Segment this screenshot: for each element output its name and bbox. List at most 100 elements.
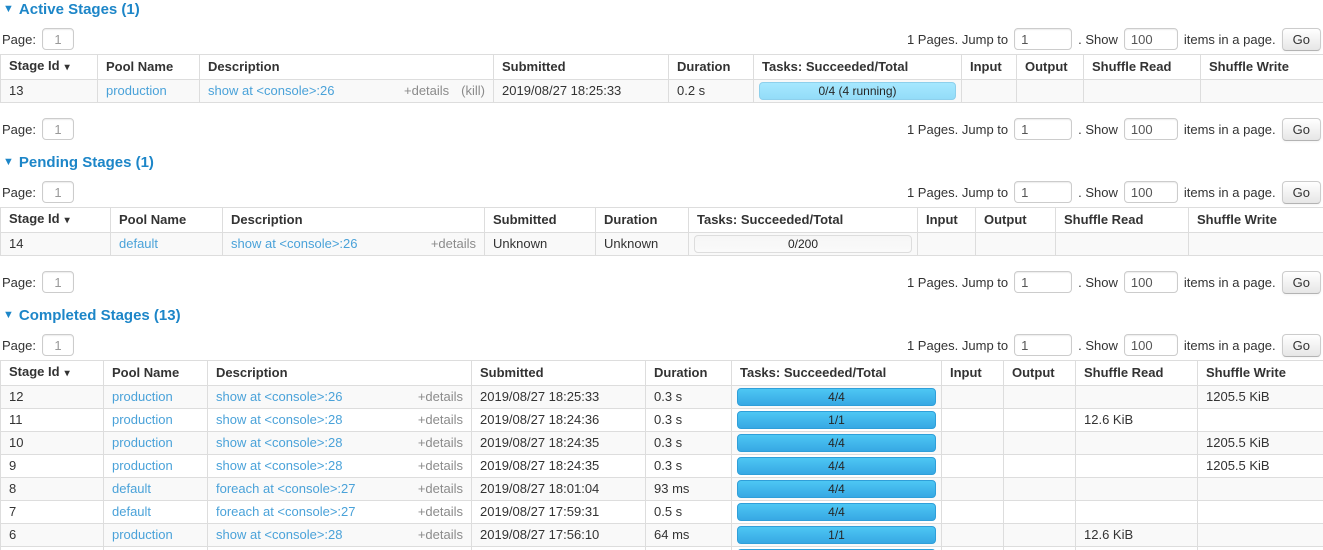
column-header-description[interactable]: Description xyxy=(200,55,494,80)
go-button[interactable]: Go xyxy=(1282,28,1321,51)
items-per-page-input[interactable] xyxy=(1124,28,1178,50)
details-toggle[interactable]: +details xyxy=(404,83,449,99)
items-per-page-input[interactable] xyxy=(1124,181,1178,203)
column-header-submitted[interactable]: Submitted xyxy=(485,208,596,233)
column-header-input[interactable]: Input xyxy=(942,361,1004,386)
description-link[interactable]: show at <console>:28 xyxy=(216,435,342,451)
column-header-duration[interactable]: Duration xyxy=(646,361,732,386)
jump-to-page-input[interactable] xyxy=(1014,118,1072,140)
column-header-shuffle-write[interactable]: Shuffle Write xyxy=(1198,361,1323,386)
go-button[interactable]: Go xyxy=(1282,271,1321,294)
go-button[interactable]: Go xyxy=(1282,334,1321,357)
column-header-stage-id[interactable]: Stage Id▾ xyxy=(1,55,98,80)
page-number-input[interactable] xyxy=(42,334,74,356)
page-number-input[interactable] xyxy=(42,181,74,203)
pool-name-link[interactable]: production xyxy=(112,389,173,404)
pool-name-link[interactable]: default xyxy=(119,236,158,251)
description-link[interactable]: show at <console>:26 xyxy=(208,83,334,99)
items-per-page-input[interactable] xyxy=(1124,271,1178,293)
details-toggle[interactable]: +details xyxy=(418,412,463,428)
pending-stages-heading[interactable]: ▼Pending Stages (1) xyxy=(3,154,1323,171)
column-header-submitted[interactable]: Submitted xyxy=(472,361,646,386)
jump-to-page-input[interactable] xyxy=(1014,181,1072,203)
jump-to-page-input[interactable] xyxy=(1014,28,1072,50)
page-number-input[interactable] xyxy=(42,118,74,140)
shuffle-write-cell xyxy=(1198,524,1323,547)
shuffle-read-cell xyxy=(1076,501,1198,524)
column-header-stage-id[interactable]: Stage Id▾ xyxy=(1,361,104,386)
pool-name-link[interactable]: default xyxy=(112,481,151,496)
description-link[interactable]: foreach at <console>:27 xyxy=(216,504,356,520)
description-link[interactable]: show at <console>:26 xyxy=(216,389,342,405)
items-per-page-input[interactable] xyxy=(1124,118,1178,140)
shuffle-read-cell xyxy=(1076,432,1198,455)
pool-name-link[interactable]: production xyxy=(112,412,173,427)
column-header-shuffle-read[interactable]: Shuffle Read xyxy=(1084,55,1201,80)
stage-row: 10productionshow at <console>:28+details… xyxy=(1,432,1323,455)
column-header-output[interactable]: Output xyxy=(1017,55,1084,80)
tasks-cell: 0/4 (4 running) xyxy=(754,80,962,103)
go-button[interactable]: Go xyxy=(1282,181,1321,204)
pool-name-link[interactable]: default xyxy=(112,504,151,519)
column-header-shuffle-read[interactable]: Shuffle Read xyxy=(1056,208,1189,233)
details-toggle[interactable]: +details xyxy=(418,389,463,405)
tasks-progress-bar: 1/1 xyxy=(737,526,936,544)
description-link[interactable]: show at <console>:26 xyxy=(231,236,357,252)
input-cell xyxy=(942,547,1004,550)
details-toggle[interactable]: +details xyxy=(418,504,463,520)
column-header-stage-id[interactable]: Stage Id▾ xyxy=(1,208,111,233)
active-stages-heading[interactable]: ▼Active Stages (1) xyxy=(3,1,1323,18)
column-header-tasks-succeeded-total[interactable]: Tasks: Succeeded/Total xyxy=(754,55,962,80)
details-toggle[interactable]: +details xyxy=(418,527,463,543)
column-header-pool-name[interactable]: Pool Name xyxy=(111,208,223,233)
pool-name-link[interactable]: production xyxy=(112,458,173,473)
column-header-pool-name[interactable]: Pool Name xyxy=(104,361,208,386)
completed-stages-heading[interactable]: ▼Completed Stages (13) xyxy=(3,307,1323,324)
details-toggle[interactable]: +details xyxy=(418,481,463,497)
column-header-description[interactable]: Description xyxy=(208,361,472,386)
tasks-cell: 4/4 xyxy=(732,432,942,455)
stage-id-cell: 9 xyxy=(1,455,104,478)
page-number-input[interactable] xyxy=(42,271,74,293)
column-header-duration[interactable]: Duration xyxy=(669,55,754,80)
details-toggle[interactable]: +details xyxy=(418,458,463,474)
column-header-submitted[interactable]: Submitted xyxy=(494,55,669,80)
page-label: Page: xyxy=(2,338,36,353)
jump-to-page-input[interactable] xyxy=(1014,271,1072,293)
column-header-description[interactable]: Description xyxy=(223,208,485,233)
description-link[interactable]: show at <console>:28 xyxy=(216,527,342,543)
input-cell xyxy=(942,501,1004,524)
column-header-input[interactable]: Input xyxy=(918,208,976,233)
description-link[interactable]: show at <console>:28 xyxy=(216,412,342,428)
pool-name-link[interactable]: production xyxy=(112,435,173,450)
column-header-tasks-succeeded-total[interactable]: Tasks: Succeeded/Total xyxy=(732,361,942,386)
output-cell xyxy=(1004,547,1076,550)
details-toggle[interactable]: +details xyxy=(431,236,476,252)
description-link[interactable]: show at <console>:28 xyxy=(216,458,342,474)
kill-link[interactable]: (kill) xyxy=(461,83,485,99)
column-header-output[interactable]: Output xyxy=(1004,361,1076,386)
column-header-shuffle-write[interactable]: Shuffle Write xyxy=(1201,55,1323,80)
column-header-shuffle-read[interactable]: Shuffle Read xyxy=(1076,361,1198,386)
submitted-cell: Unknown xyxy=(485,233,596,256)
column-header-label: Pool Name xyxy=(106,59,173,74)
column-header-pool-name[interactable]: Pool Name xyxy=(98,55,200,80)
column-header-output[interactable]: Output xyxy=(976,208,1056,233)
column-header-duration[interactable]: Duration xyxy=(596,208,689,233)
items-per-page-input[interactable] xyxy=(1124,334,1178,356)
description-link[interactable]: foreach at <console>:27 xyxy=(216,481,356,497)
pool-name-link[interactable]: production xyxy=(106,83,167,98)
details-toggle[interactable]: +details xyxy=(418,435,463,451)
column-header-input[interactable]: Input xyxy=(962,55,1017,80)
column-header-shuffle-write[interactable]: Shuffle Write xyxy=(1189,208,1323,233)
page-number-input[interactable] xyxy=(42,28,74,50)
pool-name-link[interactable]: production xyxy=(112,527,173,542)
tasks-cell: 4/4 xyxy=(732,547,942,550)
go-button[interactable]: Go xyxy=(1282,118,1321,141)
shuffle-write-cell: 1205.5 KiB xyxy=(1198,455,1323,478)
column-header-tasks-succeeded-total[interactable]: Tasks: Succeeded/Total xyxy=(689,208,918,233)
collapse-arrow-icon: ▼ xyxy=(3,157,14,168)
submitted-cell: 2019/08/27 18:01:04 xyxy=(472,478,646,501)
jump-to-page-input[interactable] xyxy=(1014,334,1072,356)
output-cell xyxy=(976,233,1056,256)
